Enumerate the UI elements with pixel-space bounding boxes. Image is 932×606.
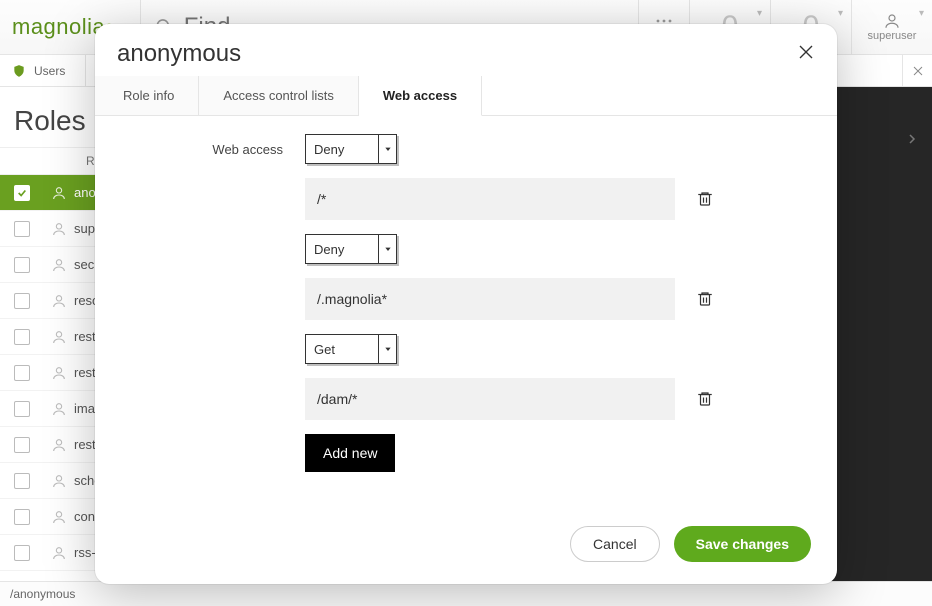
tab-web-access[interactable]: Web access	[359, 76, 482, 116]
tab-acl[interactable]: Access control lists	[199, 76, 359, 115]
chevron-down-icon	[378, 135, 396, 163]
field-label: Web access	[125, 142, 305, 157]
chevron-down-icon	[378, 335, 396, 363]
close-icon	[797, 43, 815, 61]
trash-icon	[696, 190, 714, 208]
chevron-down-icon	[378, 235, 396, 263]
access-select[interactable]: Deny	[305, 134, 397, 164]
delete-rule-button[interactable]	[687, 281, 723, 317]
path-input[interactable]	[305, 178, 675, 220]
dialog-body: Web accessDenyDenyGetAdd new	[95, 116, 837, 512]
tab-role-info[interactable]: Role info	[95, 76, 199, 115]
modal-overlay: anonymous Role info Access control lists…	[0, 0, 932, 606]
path-input[interactable]	[305, 378, 675, 420]
add-new-button[interactable]: Add new	[305, 434, 395, 472]
cancel-button[interactable]: Cancel	[570, 526, 660, 562]
edit-role-dialog: anonymous Role info Access control lists…	[95, 24, 837, 584]
save-button[interactable]: Save changes	[674, 526, 811, 562]
access-select[interactable]: Get	[305, 334, 397, 364]
delete-rule-button[interactable]	[687, 381, 723, 417]
trash-icon	[696, 390, 714, 408]
path-input[interactable]	[305, 278, 675, 320]
dialog-close-button[interactable]	[797, 43, 815, 66]
dialog-tabs: Role info Access control lists Web acces…	[95, 76, 837, 116]
dialog-title: anonymous	[117, 40, 797, 68]
trash-icon	[696, 290, 714, 308]
dialog-footer: Cancel Save changes	[95, 512, 837, 584]
delete-rule-button[interactable]	[687, 181, 723, 217]
access-select[interactable]: Deny	[305, 234, 397, 264]
